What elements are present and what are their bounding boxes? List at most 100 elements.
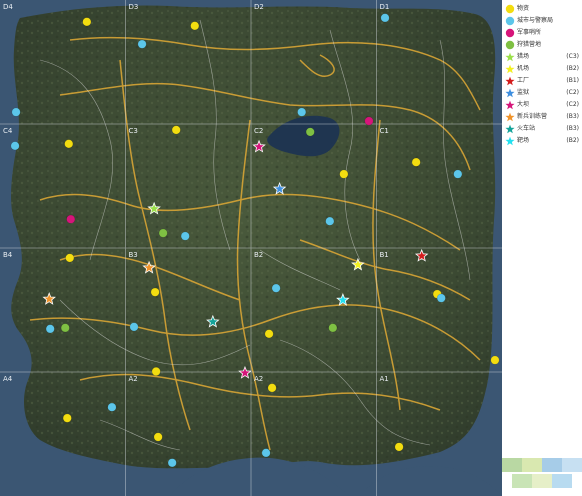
watermark-swatch bbox=[552, 474, 572, 488]
grid-cell-label: B4 bbox=[3, 251, 13, 259]
city-marker[interactable] bbox=[45, 324, 55, 334]
legend-grid-code: (C2) bbox=[566, 101, 579, 108]
supply-marker[interactable] bbox=[171, 125, 181, 135]
supply-marker[interactable] bbox=[490, 355, 500, 365]
grid-cell-label: C2 bbox=[254, 127, 263, 135]
hunting-marker[interactable] bbox=[60, 323, 70, 333]
supply-marker[interactable] bbox=[394, 442, 404, 452]
watermark-swatch bbox=[542, 458, 562, 472]
legend-item: 火车站 (B3) bbox=[504, 123, 582, 135]
supply-marker[interactable] bbox=[65, 253, 75, 263]
city-marker[interactable] bbox=[137, 39, 147, 49]
watermark-swatch bbox=[562, 458, 582, 472]
supply-marker[interactable] bbox=[190, 21, 200, 31]
legend-star-icon bbox=[505, 136, 515, 146]
hunting-marker[interactable] bbox=[328, 323, 338, 333]
legend-star-icon bbox=[505, 76, 515, 86]
supply-marker[interactable] bbox=[62, 413, 72, 423]
grid-cell-label: C3 bbox=[129, 127, 138, 135]
legend-label: 大坝 bbox=[517, 101, 530, 108]
legend-grid-code: (C2) bbox=[566, 89, 579, 96]
legend: 物资 城市与警察局军事哨所狩猎营地 猎场 (C3) 机场 (B2) 工厂 (B1) 监狱 (C2)… bbox=[504, 0, 582, 180]
grid-cell-label: C1 bbox=[380, 127, 389, 135]
legend-item: 军事哨所 bbox=[504, 27, 582, 39]
legend-grid-code: (B3) bbox=[566, 125, 579, 132]
map-viewer: D4 D3 D2 D1 C4 C3 C2 C1 B4 B3 B2 B1 A4 A2 A2 A1 物资 城市与警察… bbox=[0, 0, 582, 496]
legend-label: 猎场 bbox=[517, 53, 530, 60]
military-marker[interactable] bbox=[66, 214, 76, 224]
legend-grid-code: (B2) bbox=[566, 65, 579, 72]
military-marker[interactable] bbox=[364, 116, 374, 126]
city-marker[interactable] bbox=[271, 283, 281, 293]
supply-marker[interactable] bbox=[339, 169, 349, 179]
legend-grid-code: (B1) bbox=[566, 77, 579, 84]
city-marker[interactable] bbox=[436, 293, 446, 303]
legend-label: 军事哨所 bbox=[517, 29, 542, 36]
grid-cell-label: A2 bbox=[254, 375, 263, 383]
legend-item: 大坝 (C2) bbox=[504, 99, 582, 111]
legend-star-icon bbox=[505, 124, 515, 134]
grid-cell-label: D4 bbox=[3, 3, 13, 11]
supply-marker[interactable] bbox=[82, 17, 92, 27]
legend-star-icon bbox=[505, 112, 515, 122]
city-marker[interactable] bbox=[107, 402, 117, 412]
legend-label: 火车站 bbox=[517, 125, 536, 132]
legend-label: 监狱 bbox=[517, 89, 530, 96]
legend-dot-icon bbox=[505, 16, 515, 26]
legend-item: 猎场 (C3) bbox=[504, 51, 582, 63]
legend-item: 狩猎营地 bbox=[504, 39, 582, 51]
grid-cell-label: D2 bbox=[254, 3, 264, 11]
hunting-marker[interactable] bbox=[305, 127, 315, 137]
watermark-swatch bbox=[522, 458, 542, 472]
terrain-texture bbox=[11, 5, 496, 469]
legend-label: 新兵训练营 bbox=[517, 113, 548, 120]
legend-dot-icon bbox=[505, 28, 515, 38]
legend-item: 靶场 (B2) bbox=[504, 135, 582, 147]
city-marker[interactable] bbox=[10, 141, 20, 151]
grid-cell-label: B2 bbox=[254, 251, 263, 259]
supply-marker[interactable] bbox=[150, 287, 160, 297]
legend-item: 物资 bbox=[504, 3, 582, 15]
legend-star-icon bbox=[505, 88, 515, 98]
city-marker[interactable] bbox=[167, 458, 177, 468]
city-marker[interactable] bbox=[180, 231, 190, 241]
supply-marker[interactable] bbox=[264, 329, 274, 339]
grid-cell-label: B3 bbox=[129, 251, 138, 259]
grid-cell-label: A2 bbox=[129, 375, 138, 383]
map-canvas[interactable]: D4 D3 D2 D1 C4 C3 C2 C1 B4 B3 B2 B1 A4 A2 A2 A1 bbox=[0, 0, 502, 496]
legend-dot-icon bbox=[505, 40, 515, 50]
legend-star-icon bbox=[505, 52, 515, 62]
city-marker[interactable] bbox=[297, 107, 307, 117]
supply-marker[interactable] bbox=[411, 157, 421, 167]
city-marker[interactable] bbox=[261, 448, 271, 458]
supply-marker[interactable] bbox=[151, 367, 161, 376]
supply-marker[interactable] bbox=[64, 139, 74, 149]
hunting-marker[interactable] bbox=[158, 228, 168, 238]
watermark-swatch bbox=[502, 458, 522, 472]
grid-cell-label: D3 bbox=[129, 3, 139, 11]
legend-star-icon bbox=[505, 64, 515, 74]
city-marker[interactable] bbox=[325, 216, 335, 226]
grid-cell-label: A1 bbox=[380, 375, 389, 383]
legend-item: 新兵训练营 (B3) bbox=[504, 111, 582, 123]
legend-grid-code: (B3) bbox=[566, 113, 579, 120]
watermark-swatch bbox=[532, 474, 552, 488]
legend-label: 工厂 bbox=[517, 77, 530, 84]
watermark-swatch bbox=[512, 474, 532, 488]
legend-item: 监狱 (C2) bbox=[504, 87, 582, 99]
grid-cell-label: A4 bbox=[3, 375, 13, 383]
grid-cell-label: C4 bbox=[3, 127, 13, 135]
city-marker[interactable] bbox=[380, 13, 390, 23]
legend-grid-code: (B2) bbox=[566, 137, 579, 144]
city-marker[interactable] bbox=[129, 322, 139, 332]
legend-star-icon bbox=[505, 100, 515, 110]
legend-item: 机场 (B2) bbox=[504, 63, 582, 75]
city-marker[interactable] bbox=[453, 169, 463, 179]
legend-dot-icon bbox=[505, 4, 515, 14]
legend-item: 城市与警察局 bbox=[504, 15, 582, 27]
supply-marker[interactable] bbox=[267, 383, 277, 393]
supply-marker[interactable] bbox=[153, 432, 163, 442]
grid-cell-label: D1 bbox=[380, 3, 390, 11]
game-map[interactable]: D4 D3 D2 D1 C4 C3 C2 C1 B4 B3 B2 B1 A4 A2 A2 A1 bbox=[0, 0, 502, 496]
city-marker[interactable] bbox=[11, 107, 21, 117]
